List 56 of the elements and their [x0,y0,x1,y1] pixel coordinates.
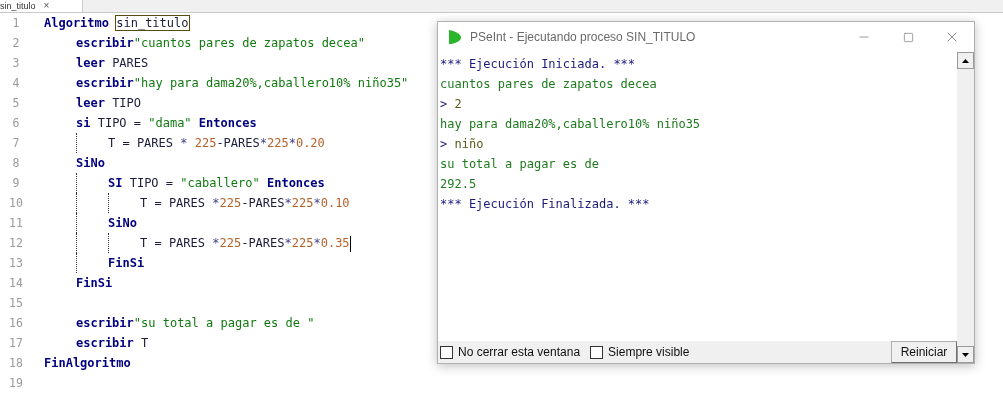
scroll-down-arrow-icon [962,352,969,357]
line-number: 19 [8,375,24,392]
code-line: SI TIPO = "caballero" Entonces [108,175,325,192]
maximize-icon [902,31,914,43]
console-line: cuantos pares de zapatos decea [439,76,658,93]
restart-button[interactable]: Reiniciar [891,341,957,363]
checkbox[interactable] [440,345,453,359]
code-line: si TIPO = "dama" Entonces [76,115,257,132]
line-number: 2 [11,35,21,52]
code-line: escribir"hay para dama20%,caballero10% niño35" [76,75,409,92]
code-line: SiNo [76,155,105,172]
line-number: 11 [8,215,24,232]
code-line: T = PARES *225-PARES*225*0.10 [140,195,350,212]
file-tab[interactable]: sin_titulo × [0,0,83,12]
line-number: 16 [8,315,24,332]
console-line: 292.5 [439,176,478,193]
console-line: hay para dama20%,caballero10% niño35 [439,116,702,133]
console-line: > niño [439,136,485,153]
code-line: FinSi [76,275,113,292]
line-number: 12 [8,235,24,252]
code-line: FinAlgoritmo [44,355,131,372]
line-number: 9 [11,175,21,192]
line-number: 4 [11,75,21,92]
console-line: *** Ejecución Finalizada. *** [439,196,651,213]
code-line: SiNo [108,215,137,232]
console-line: *** Ejecución Iniciada. *** [439,56,637,73]
code-line: escribir T [76,335,149,352]
code-line: Algoritmo sin_titulo [44,15,189,32]
code-line: FinSi [108,255,145,272]
line-number: 18 [8,355,24,372]
code-line: escribir"su total a pagar es de " [76,315,315,332]
line-number: 17 [8,335,24,352]
line-number: 10 [8,195,24,212]
console-line: su total a pagar es de [439,156,600,173]
line-number: 3 [11,55,21,72]
code-line: T = PARES *225-PARES*225*0.35 [140,234,351,253]
leaf-logo-icon [448,29,462,45]
line-number: 5 [11,95,21,112]
line-number: 13 [8,255,24,272]
scrollbar[interactable] [957,52,974,363]
code-line: leer PARES [76,55,149,72]
checkbox-label: Siempre visible [608,345,690,359]
line-number: 1 [11,15,21,32]
scroll-up-arrow-icon [962,58,969,63]
code-line: leer TIPO [76,95,142,112]
line-number: 7 [11,135,21,152]
window-title: PSeInt - Ejecutando proceso SIN_TITULO [470,30,697,44]
console-line: > 2 [439,96,463,113]
checkbox[interactable] [590,345,604,359]
line-number: 14 [8,275,24,292]
checkbox-label: No cerrar esta ventana [458,345,581,359]
line-number: 15 [8,295,24,312]
code-line: T = PARES * 225-PARES*225*0.20 [108,135,325,152]
line-number: 8 [11,155,21,172]
code-line: escribir"cuantos pares de zapatos decea" [76,35,365,52]
line-number: 6 [11,115,21,132]
